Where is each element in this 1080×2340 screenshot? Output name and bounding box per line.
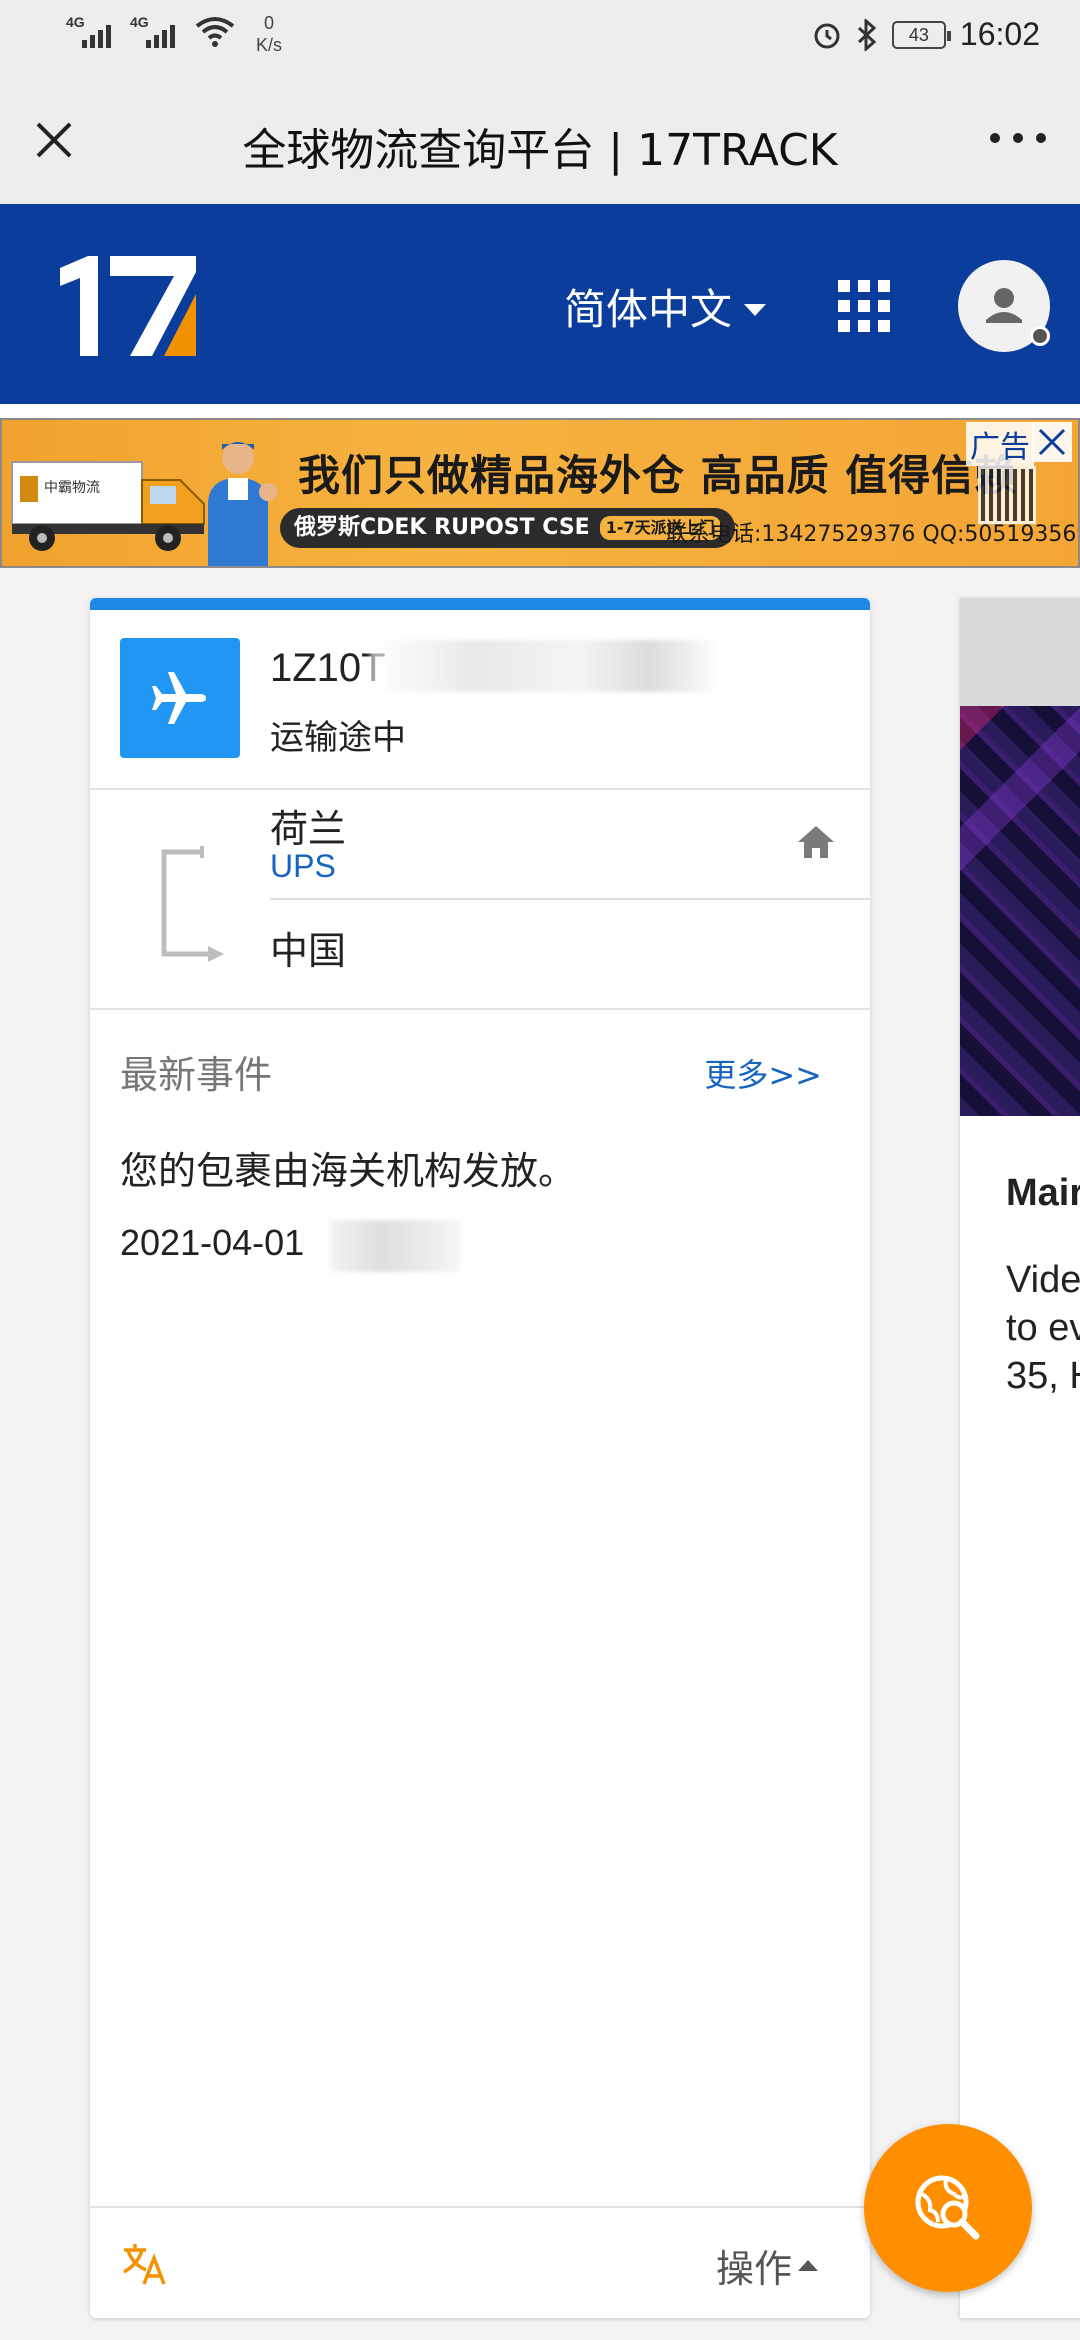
latest-event-date: 2021-04-01 <box>120 1222 305 1263</box>
events-heading: 最新事件 <box>120 1053 273 1097</box>
alarm-icon <box>814 23 840 48</box>
logo-17track[interactable] <box>58 256 198 360</box>
carrier-name[interactable]: UPS <box>270 848 336 885</box>
status-dot <box>1030 326 1050 346</box>
status-left: 4G 4G 0 K/s <box>66 12 282 56</box>
caret-up-icon <box>798 2260 818 2271</box>
side-card-image <box>960 706 1080 1116</box>
redacted-event-time <box>330 1220 460 1272</box>
apps-grid-icon[interactable] <box>838 280 890 332</box>
route-divider <box>270 898 870 900</box>
redacted-tracking-number <box>370 640 720 692</box>
card-accent-bar <box>90 598 870 610</box>
card-footer: 操作 <box>90 2206 870 2318</box>
signal-icon: 4G <box>66 14 116 48</box>
latest-event-text: 您的包裹由海关机构发放。 <box>120 1149 577 1193</box>
language-selector[interactable]: 简体中文 <box>564 276 767 337</box>
translate-icon[interactable] <box>120 2240 168 2288</box>
tracking-card: 1Z10T 运输途中 荷兰 UPS 中国 最新事件 更多>> 您的包裹由海关机构… <box>90 598 870 2318</box>
origin-country: 荷兰 <box>270 807 347 851</box>
home-icon[interactable] <box>796 822 836 862</box>
ad-services-text: 俄罗斯CDEK RUPOST CSE <box>294 515 590 540</box>
side-card[interactable]: Mair Vide to ev 35, H <box>960 598 1080 2318</box>
caret-down-icon <box>744 303 767 316</box>
clock: 16:02 <box>959 16 1040 52</box>
tracking-summary[interactable]: 1Z10T 运输途中 <box>90 610 870 790</box>
status-bar: 4G 4G 0 K/s 43 16:02 <box>0 0 1080 76</box>
actions-label: 操作 <box>715 2247 792 2291</box>
close-ad-icon[interactable] <box>1032 422 1072 462</box>
search-globe-icon <box>915 2175 980 2240</box>
more-events-link[interactable]: 更多>> <box>704 1050 822 1096</box>
more-icon[interactable] <box>990 128 1046 148</box>
tracking-number: 1Z10T <box>270 646 386 690</box>
header-spacer <box>0 404 1080 418</box>
side-card-body: Vide to ev 35, H <box>1006 1259 1080 1397</box>
ad-banner[interactable]: 中霸物流 我们只做精品海外仓 高品质 值得信赖 俄罗斯CDEK RUPOST C… <box>0 418 1080 568</box>
shipment-status: 运输途中 <box>270 718 406 758</box>
title-bar: 全球物流查询平台 | 17TRACK <box>0 76 1080 204</box>
network-speed: 0 K/s <box>256 12 282 56</box>
courier-image <box>208 442 277 566</box>
page-title: 全球物流查询平台 | 17TRACK <box>242 125 838 176</box>
search-fab[interactable] <box>864 2124 1032 2292</box>
speed-unit: K/s <box>256 35 283 55</box>
wifi-icon <box>195 17 235 47</box>
truck-image: 中霸物流 <box>11 461 205 551</box>
speed-value: 0 <box>264 13 275 33</box>
truck-brand: 中霸物流 <box>44 480 100 496</box>
destination-country: 中国 <box>270 929 347 973</box>
ad-label: 广告 <box>966 422 1034 466</box>
site-header: 简体中文 <box>0 204 1080 404</box>
airplane-icon <box>152 672 206 724</box>
actions-menu[interactable]: 操作 <box>716 2238 818 2293</box>
signal-icon: 4G <box>130 14 180 48</box>
ad-headline: 我们只做精品海外仓 高品质 值得信赖 <box>298 451 1018 500</box>
language-label: 简体中文 <box>564 285 733 334</box>
side-card-header <box>960 598 1080 706</box>
side-card-title: Mair <box>1006 1172 1080 1214</box>
status-right: 43 16:02 <box>812 16 1040 53</box>
bluetooth-icon <box>857 18 877 51</box>
battery-icon: 43 <box>891 20 951 49</box>
route-section: 荷兰 UPS 中国 <box>90 790 870 1010</box>
account-avatar[interactable] <box>958 260 1050 352</box>
transport-type-badge <box>120 638 240 758</box>
qr-code-image <box>978 466 1036 524</box>
route-bracket-icon <box>161 846 224 962</box>
